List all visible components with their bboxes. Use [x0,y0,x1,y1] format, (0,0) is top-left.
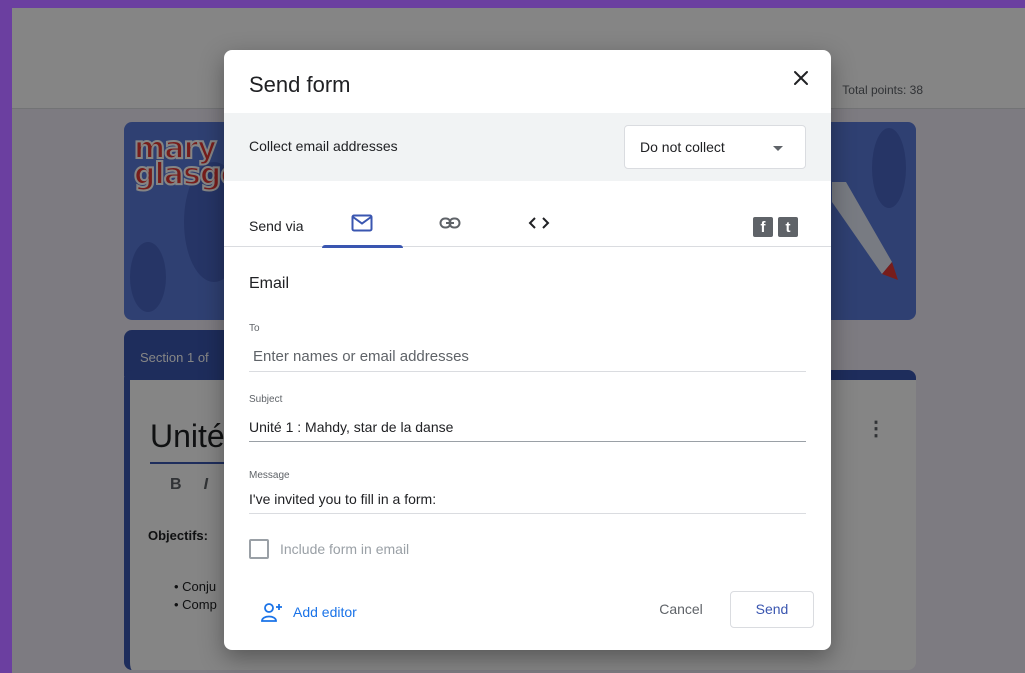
message-label: Message [249,470,290,481]
facebook-icon[interactable]: f [753,217,773,237]
to-input[interactable] [249,348,806,372]
link-icon [439,217,461,229]
cancel-button[interactable]: Cancel [644,591,718,627]
tab-link[interactable] [410,200,491,247]
send-via-row: Send via f t [224,200,831,248]
send-via-label: Send via [249,218,304,234]
subject-label: Subject [249,394,283,405]
embed-icon [528,217,550,229]
subject-input[interactable] [249,419,806,442]
close-icon[interactable] [789,66,813,90]
collect-email-select[interactable]: Do not collect [624,125,806,169]
collect-email-label: Collect email addresses [249,138,398,154]
include-form-checkbox[interactable] [249,539,269,559]
email-icon [351,214,373,232]
message-input[interactable] [249,491,806,514]
twitter-icon[interactable]: t [778,217,798,237]
send-form-dialog: Send form Collect email addresses Do not… [224,50,831,650]
tab-embed[interactable] [499,200,580,247]
dialog-title: Send form [249,72,351,97]
person-add-icon [261,603,282,622]
email-section-heading: Email [249,275,290,292]
collect-email-value: Do not collect [640,139,725,155]
add-editor-label: Add editor [293,604,357,620]
dropdown-arrow-icon [773,146,783,151]
include-form-label: Include form in email [280,541,410,557]
tab-email[interactable] [322,200,403,248]
collect-email-row: Collect email addresses Do not collect [224,113,831,181]
send-button[interactable]: Send [730,591,814,628]
to-label: To [249,323,260,334]
